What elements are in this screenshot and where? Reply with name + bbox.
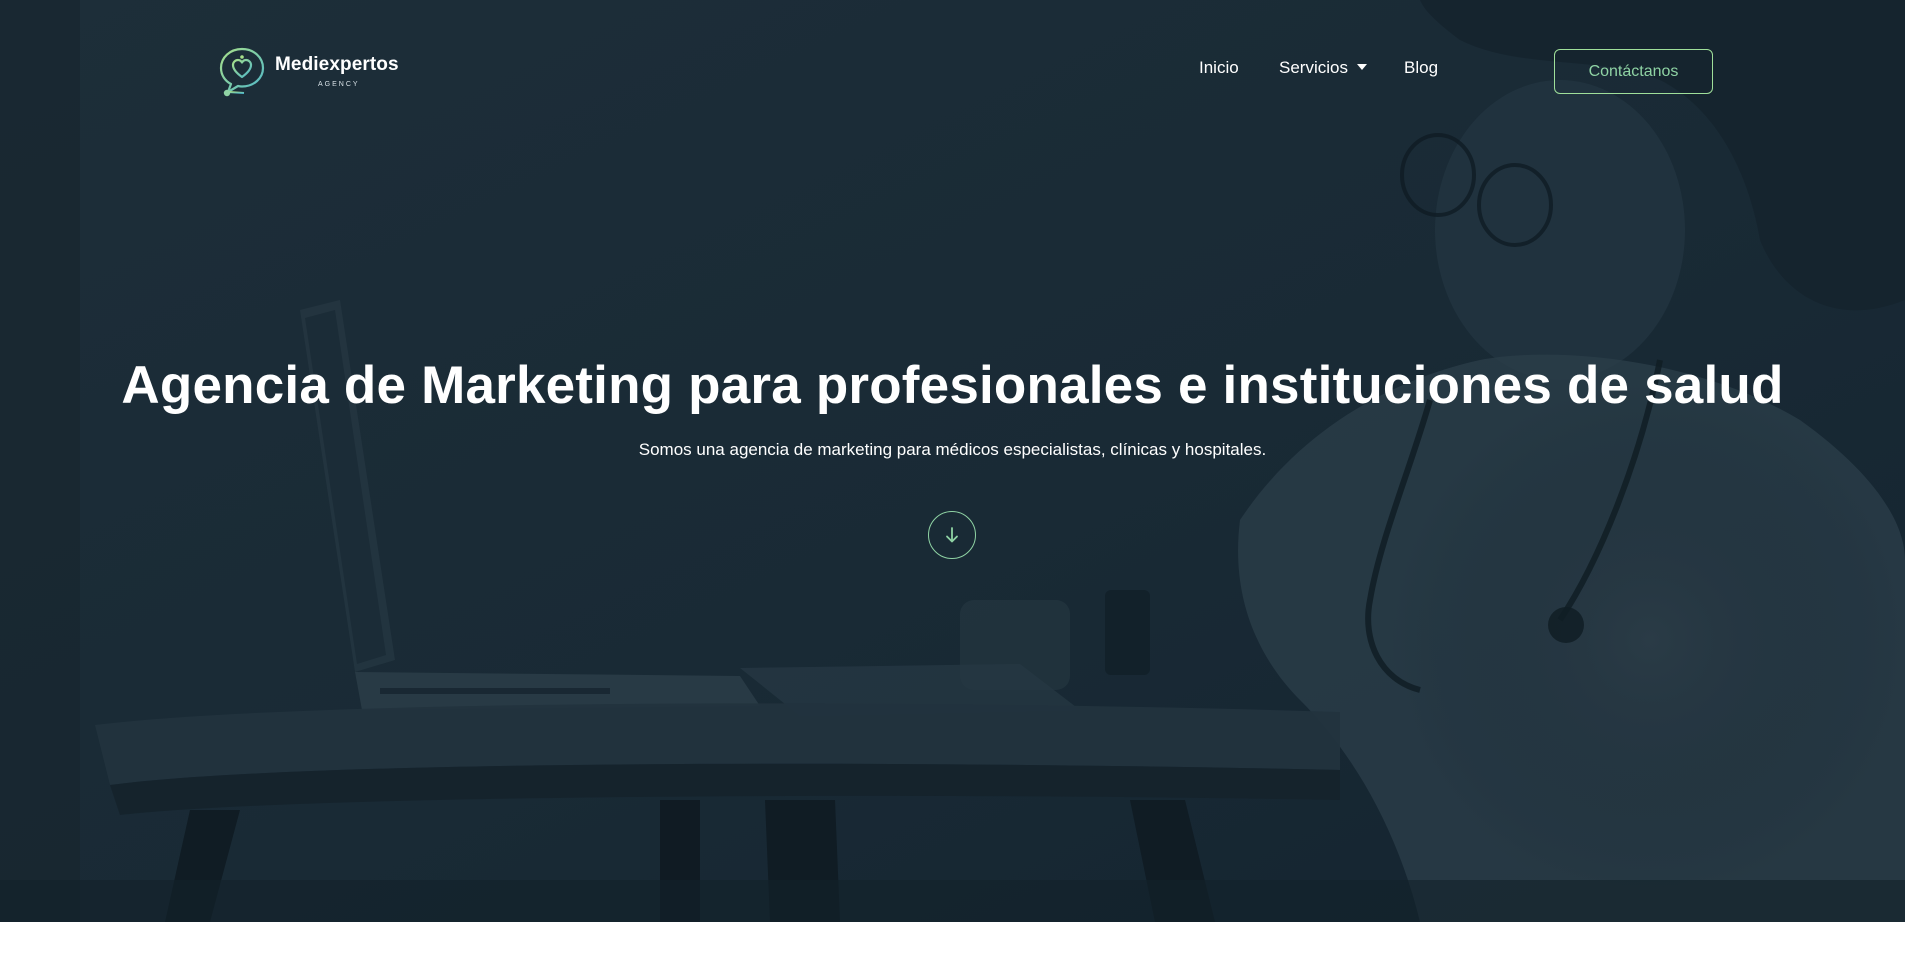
scroll-down-button[interactable] (928, 511, 976, 559)
nav-item-servicios-label: Servicios (1279, 58, 1348, 77)
hero-title: Agencia de Marketing para profesionales … (121, 356, 1784, 415)
brand-tagline: AGENCY (318, 81, 360, 88)
chevron-down-icon (1356, 64, 1367, 70)
hero-section: Mediexpertos AGENCY Inicio Servicios Blo… (0, 0, 1905, 922)
brand-logo[interactable]: Mediexpertos AGENCY (218, 46, 403, 98)
arrow-down-icon (946, 527, 958, 543)
nav-item-servicios[interactable]: Servicios (1279, 58, 1367, 78)
nav-item-inicio[interactable]: Inicio (1199, 58, 1239, 78)
hero-subtitle: Somos una agencia de marketing para médi… (638, 440, 1267, 459)
nav-item-blog[interactable]: Blog (1404, 58, 1438, 78)
stethoscope-heart-chat-icon (219, 47, 265, 97)
brand-name: Mediexpertos (275, 54, 399, 75)
site-header: Mediexpertos AGENCY Inicio Servicios Blo… (0, 0, 1905, 145)
contact-button[interactable]: Contáctanos (1554, 49, 1713, 94)
